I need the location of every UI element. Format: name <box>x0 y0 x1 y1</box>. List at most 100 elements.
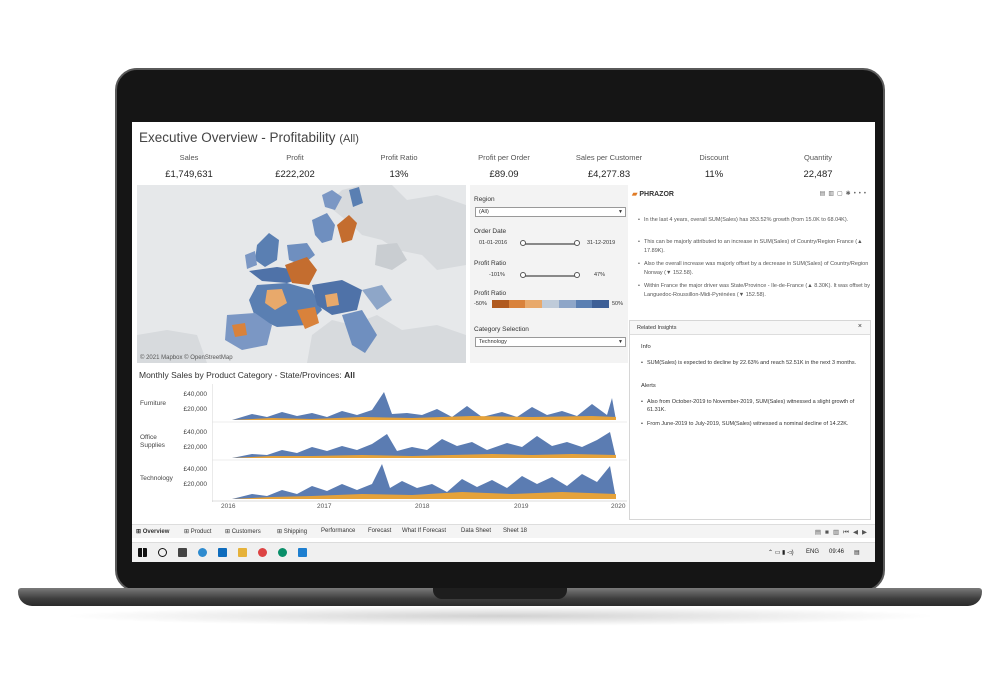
profit-ratio-slider[interactable] <box>520 272 580 278</box>
phrazor-toolbar[interactable]: ▤▥▢✱••• <box>820 190 869 197</box>
tab-nav-icons[interactable]: ▤■▥⏮◀▶ <box>815 528 871 537</box>
year-tick: 2016 <box>221 503 236 510</box>
pdf-icon[interactable]: ▤ <box>820 191 829 197</box>
color-step <box>492 300 509 308</box>
related-insights-popup: Related Insights × Info SUM(Sales) is ex… <box>629 320 871 520</box>
outlook-icon[interactable] <box>218 548 227 557</box>
chart-icon[interactable]: ▥ <box>828 191 837 197</box>
laptop-shadow <box>60 606 940 626</box>
search-icon[interactable] <box>158 548 167 557</box>
comment-icon[interactable]: ▢ <box>837 191 846 197</box>
europe-map[interactable]: © 2021 Mapbox © OpenStreetMap <box>137 185 466 363</box>
map-shapes <box>137 185 466 363</box>
phrazor-logo-text: PHRAZOR <box>639 191 674 198</box>
vscode-icon[interactable] <box>298 548 307 557</box>
color-step <box>575 300 593 308</box>
kpi-value: 11% <box>704 169 724 180</box>
tab-overview[interactable]: ⊞ Overview <box>136 528 169 535</box>
order-date-start: 01-01-2016 <box>479 240 508 246</box>
category-value: Technology <box>479 339 507 345</box>
kpi-value: £89.09 <box>489 169 519 180</box>
edge-icon[interactable] <box>278 548 287 557</box>
close-icon[interactable]: × <box>858 323 862 330</box>
phrazor-mark-icon: ▰ <box>632 191 638 198</box>
region-value: (All) <box>479 209 489 215</box>
region-label: Region <box>474 196 495 203</box>
axis-tick: £40,000 <box>183 466 208 473</box>
slider-handle-right[interactable] <box>574 240 580 246</box>
kpi-label: Discount <box>699 153 729 162</box>
task-view-icon[interactable] <box>178 548 187 557</box>
info-label: Info <box>641 344 651 350</box>
grid-view-icon[interactable]: ■ <box>825 529 833 536</box>
order-date-end: 31-12-2019 <box>587 240 616 246</box>
color-step <box>592 300 610 308</box>
color-step <box>525 300 543 308</box>
tab-product[interactable]: ⊞ Product <box>184 528 211 535</box>
filmstrip-icon[interactable]: ▥ <box>833 529 843 536</box>
phrazor-logo: ▰ PHRAZOR <box>632 190 674 198</box>
phrazor-insight: Also the overall increase was majorly of… <box>638 260 872 277</box>
dashboard-title-text: Executive Overview - Profitability <box>139 130 336 145</box>
tab-performance[interactable]: Performance <box>321 528 355 534</box>
alert-item: From June-2019 to July-2019, SUM(Sales) … <box>641 420 862 428</box>
phrazor-insight: Within France the major driver was State… <box>638 282 872 299</box>
axis-tick: £20,000 <box>183 406 208 413</box>
tab-customers[interactable]: ⊞ Customers <box>225 528 261 535</box>
profit-ratio-min: -101% <box>489 272 505 278</box>
next-icon[interactable]: ▶ <box>862 529 871 536</box>
slider-handle-left[interactable] <box>520 240 526 246</box>
order-date-label: Order Date <box>474 228 507 235</box>
kpi-label: Quantity <box>804 153 832 162</box>
grid-icon: ⊞ <box>277 529 284 535</box>
region-select[interactable]: (All) ▼ <box>475 207 626 217</box>
tray-icons[interactable]: ⌃ ▭ ▮ ◅) <box>768 549 794 556</box>
profit-ratio-colorbar <box>492 300 610 308</box>
tab-what-if-forecast[interactable]: What If Forecast <box>402 528 446 534</box>
kpi-value: 13% <box>389 169 409 180</box>
info-item: SUM(Sales) is expected to decline by 22.… <box>641 359 862 367</box>
chevron-down-icon: ▼ <box>618 209 623 215</box>
kpi-profit-per-order: Profit per Order £89.09 <box>454 153 554 180</box>
slider-handle-left[interactable] <box>520 272 526 278</box>
row-label-furniture: Furniture <box>140 400 167 407</box>
phrazor-panel: ▰ PHRAZOR ▤▥▢✱••• In the last 4 years, o… <box>629 185 875 320</box>
file-explorer-icon[interactable] <box>238 548 247 557</box>
more-icon[interactable]: ••• <box>854 191 869 197</box>
kpi-value: £1,749,631 <box>165 169 213 180</box>
windows-start-icon[interactable] <box>138 548 147 557</box>
phrazor-insight: This can be majorly attributed to an inc… <box>638 238 872 255</box>
color-step <box>508 300 526 308</box>
chrome-icon[interactable] <box>258 548 267 557</box>
axis-tick: £40,000 <box>183 429 208 436</box>
tab-forecast[interactable]: Forecast <box>368 528 391 534</box>
year-tick: 2019 <box>514 503 529 510</box>
legend-min: -50% <box>474 301 487 307</box>
slider-handle-right[interactable] <box>574 272 580 278</box>
color-step <box>558 300 576 308</box>
tab-shipping[interactable]: ⊞ Shipping <box>277 528 307 535</box>
category-select[interactable]: Technology ▼ <box>475 337 626 347</box>
insights-title: Related Insights <box>637 325 677 331</box>
tab-sheet-18[interactable]: Sheet 18 <box>503 528 527 534</box>
kpi-label: Sales per Customer <box>575 153 643 162</box>
grid-icon: ⊞ <box>136 529 143 535</box>
language-indicator[interactable]: ENG <box>806 549 819 555</box>
sheet-tabs: ⊞ Overview ⊞ Product ⊞ Customers ⊞ Shipp… <box>132 524 875 538</box>
prev-icon[interactable]: ◀ <box>853 529 862 536</box>
kpi-discount: Discount 11% <box>664 153 764 180</box>
tab-label: Product <box>190 529 212 535</box>
tab-data-sheet[interactable]: Data Sheet <box>461 528 491 534</box>
kpi-label: Profit <box>286 153 304 162</box>
first-icon[interactable]: ⏮ <box>843 529 853 536</box>
notifications-icon[interactable]: ▤ <box>854 549 860 556</box>
clock[interactable]: 09:46 <box>829 549 844 555</box>
gear-icon[interactable]: ✱ <box>846 191 854 197</box>
grid-icon: ⊞ <box>225 529 232 535</box>
list-view-icon[interactable]: ▤ <box>815 529 825 536</box>
tab-label: Shipping <box>283 529 308 535</box>
profit-ratio-legend-label: Profit Ratio <box>474 290 507 297</box>
order-date-slider[interactable] <box>520 240 580 246</box>
browser-icon[interactable] <box>198 548 207 557</box>
insights-header: Related Insights × <box>630 321 870 335</box>
